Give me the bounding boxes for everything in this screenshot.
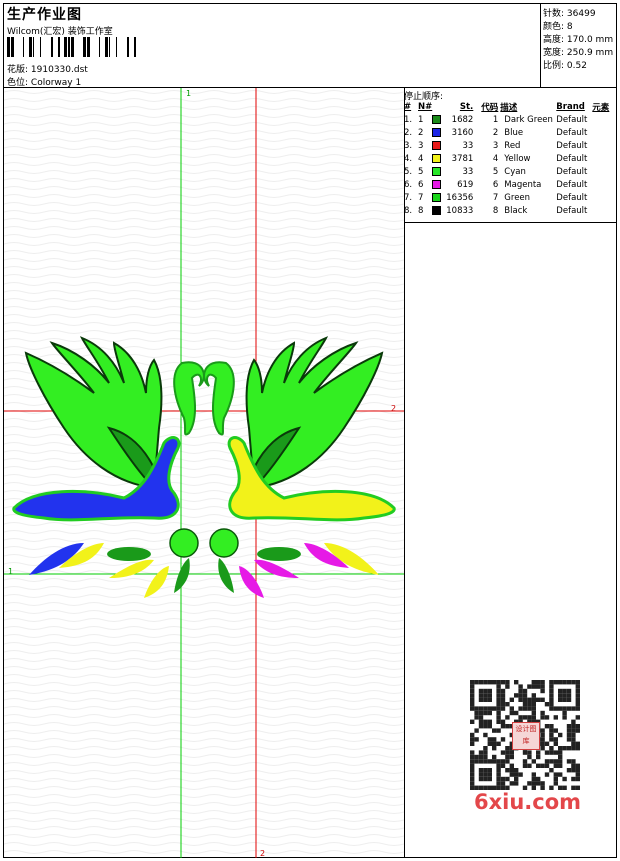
stat-stitches: 针数: 36499 bbox=[543, 9, 596, 19]
stop-list-divider bbox=[404, 222, 617, 223]
guide-label-h2: 2 bbox=[391, 404, 396, 413]
guide-label-v1: 1 bbox=[186, 89, 191, 98]
guide-label-v2: 2 bbox=[260, 849, 265, 858]
color-swatch bbox=[432, 153, 442, 163]
design-file-line: 花版: 1910330.dst bbox=[7, 62, 88, 75]
color-swatch bbox=[432, 114, 442, 124]
stat-width: 宽度: 250.9 mm bbox=[543, 48, 614, 58]
page-title: 生产作业图 bbox=[7, 7, 82, 23]
table-row: 1. 1 1682 1 Dark Green Default bbox=[404, 114, 588, 125]
table-row: 7. 7 16356 7 Green Default bbox=[404, 192, 588, 203]
stat-height: 高度: 170.0 mm bbox=[543, 35, 614, 45]
table-row: 2. 2 3160 2 Blue Default bbox=[404, 127, 588, 138]
guide-label-h1: 1 bbox=[8, 567, 13, 576]
table-header-row: # N# St. 代码 描述 Brand 元素 bbox=[404, 102, 610, 113]
watermark-text: 6xiu.com bbox=[474, 790, 582, 814]
stat-colors: 颜色: 8 bbox=[543, 22, 573, 32]
color-value: Colorway 1 bbox=[30, 78, 82, 88]
table-row: 6. 6 619 6 Magenta Default bbox=[404, 179, 588, 190]
color-swatch bbox=[432, 192, 442, 202]
design-preview: 1 1 2 2 bbox=[4, 88, 404, 858]
color-label: 色位: bbox=[7, 78, 29, 88]
color-swatch bbox=[432, 127, 442, 137]
company-name: Wilcom(汇宏) 装饰工作室 bbox=[7, 27, 113, 37]
color-sequence-table: # N# St. 代码 描述 Brand 元素 1. 1 1682 1 Dark Gre… bbox=[404, 101, 614, 217]
stamp-seal-icon: 设计图库 bbox=[512, 722, 540, 750]
table-row: 4. 4 3781 4 Yellow Default bbox=[404, 153, 588, 164]
table-row: 8. 8 10833 8 Black Default bbox=[404, 205, 588, 216]
color-swatch bbox=[432, 140, 442, 150]
color-swatch bbox=[432, 205, 442, 215]
colorway-line: 色位: Colorway 1 bbox=[7, 75, 81, 88]
stat-scale: 比例: 0.52 bbox=[543, 61, 587, 71]
barcode-icon bbox=[7, 37, 136, 57]
design-label: 花版: bbox=[7, 65, 29, 75]
color-swatch bbox=[432, 166, 442, 176]
table-row: 5. 5 33 5 Cyan Default bbox=[404, 166, 588, 177]
color-swatch bbox=[432, 179, 442, 189]
design-value: 1910330.dst bbox=[30, 65, 88, 75]
table-row: 3. 3 33 3 Red Default bbox=[404, 140, 588, 151]
